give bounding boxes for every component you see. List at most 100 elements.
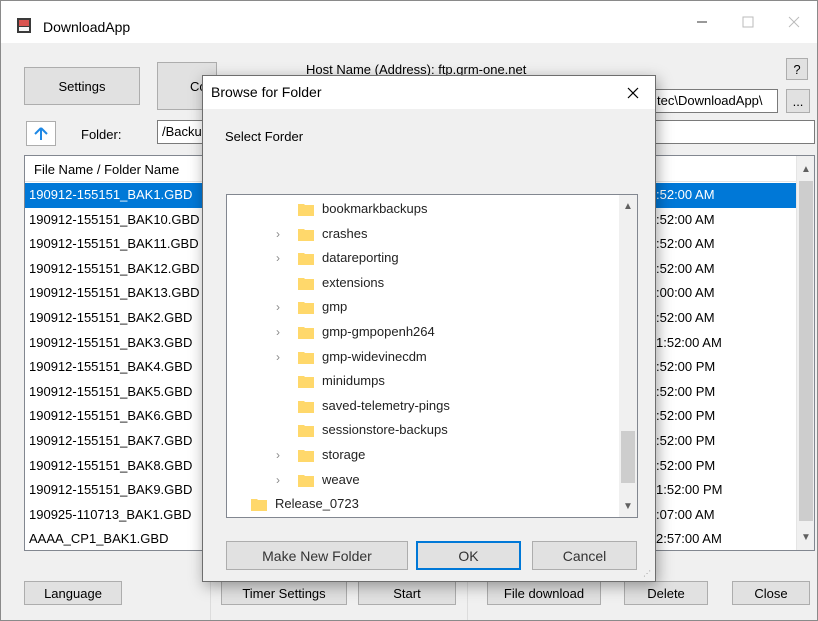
chevron-right-icon[interactable]: › (276, 295, 288, 319)
make-new-folder-button[interactable]: Make New Folder (226, 541, 408, 570)
folder-icon (298, 474, 314, 487)
list-scrollbar[interactable]: ▲ ▼ (796, 156, 814, 550)
help-button[interactable]: ? (786, 58, 808, 80)
dialog-instruction: Select Forder (225, 129, 304, 144)
dialog-title-bar: Browse for Folder (203, 76, 655, 109)
resize-grip-icon[interactable]: ⋰ (643, 569, 653, 579)
tree-item[interactable]: › gmp (276, 295, 576, 319)
scroll-down-icon[interactable]: ▼ (797, 528, 814, 546)
chevron-right-icon[interactable]: › (276, 468, 288, 492)
delete-button[interactable]: Delete (624, 581, 708, 605)
file-time-cell: :00:00 AM (656, 285, 715, 301)
tree-item-label: gmp-gmpopenh264 (322, 324, 435, 339)
minimize-button[interactable] (679, 7, 725, 37)
tree-item-label: extensions (322, 274, 385, 290)
tree-item[interactable]: saved-telemetry-pings (276, 394, 576, 418)
chevron-right-icon[interactable]: › (276, 222, 288, 246)
close-button[interactable]: Close (732, 581, 810, 605)
ok-button[interactable]: OK (416, 541, 521, 570)
file-time-cell: :52:00 AM (656, 260, 715, 276)
timer-settings-button[interactable]: Timer Settings (221, 581, 347, 605)
tree-scroll-thumb[interactable] (621, 431, 635, 483)
file-time-cell: :52:00 AM (656, 211, 715, 227)
file-name-cell: 190912-155151_BAK12.GBD (29, 260, 200, 276)
file-name-cell: 190912-155151_BAK11.GBD (29, 236, 199, 252)
folder-icon (298, 253, 314, 266)
tree-item[interactable]: › weave (276, 468, 576, 492)
scroll-thumb[interactable] (799, 181, 813, 521)
file-name-cell: 190912-155151_BAK4.GBD (29, 359, 193, 375)
title-bar: DownloadApp (1, 1, 817, 43)
file-time-cell: :07:00 AM (656, 506, 715, 522)
tree-item-label: sessionstore-backups (322, 422, 448, 438)
tree-item[interactable]: sessionstore-backups (276, 418, 576, 442)
tree-item[interactable]: extensions (276, 271, 576, 295)
tree-item-label: gmp (322, 299, 348, 315)
tree-item[interactable]: bookmarkbackups (276, 197, 576, 221)
folder-icon (251, 499, 267, 512)
file-name-cell: 190912-155151_BAK5.GBD (29, 383, 193, 399)
file-time-cell: :52:00 PM (656, 432, 716, 448)
tree-item-label: weave (322, 471, 360, 487)
file-name-cell: 190912-155151_BAK3.GBD (29, 334, 193, 350)
tree-item-label: datareporting (322, 250, 399, 266)
tree-item-label: Release_0723 (275, 496, 359, 512)
chevron-right-icon[interactable]: › (276, 320, 288, 344)
close-window-button[interactable] (771, 7, 817, 37)
column-header-name[interactable]: File Name / Folder Name (34, 162, 179, 177)
maximize-icon (742, 16, 754, 28)
folder-up-button[interactable] (26, 121, 56, 146)
folder-icon (298, 327, 314, 339)
tree-item[interactable]: › gmp-widevinecdm (276, 345, 576, 369)
tree-item-label: gmp-widevinecdm (322, 348, 427, 364)
tree-item[interactable]: › crashes (276, 222, 576, 246)
file-name-cell: AAAA_CP1_BAK1.GBD (29, 531, 169, 547)
file-time-cell: 1:52:00 PM (656, 482, 723, 498)
dialog-close-button[interactable] (611, 76, 655, 109)
tree-item-label: crashes (322, 225, 368, 241)
file-name-cell: 190925-110713_BAK1.GBD (29, 506, 192, 522)
folder-label: Folder: (81, 127, 122, 142)
folder-icon (298, 425, 314, 438)
file-name-cell: 190912-155151_BAK8.GBD (29, 457, 193, 473)
tree-item-label: minidumps (322, 373, 385, 389)
file-name-cell: 190912-155151_BAK6.GBD (29, 408, 193, 424)
tree-item[interactable]: minidumps (276, 369, 576, 393)
start-button[interactable]: Start (358, 581, 456, 605)
tree-scrollbar[interactable]: ▲ ▼ (619, 195, 637, 517)
tree-item[interactable]: › storage (276, 443, 576, 467)
browse-button[interactable]: ... (786, 89, 810, 113)
tree-item[interactable]: Release_0723 (249, 492, 549, 516)
chevron-right-icon[interactable]: › (276, 246, 288, 270)
file-time-cell: :52:00 PM (656, 383, 716, 399)
close-icon (788, 16, 800, 28)
cancel-button[interactable]: Cancel (532, 541, 637, 570)
file-time-cell: :52:00 PM (656, 408, 716, 424)
chevron-right-icon[interactable]: › (276, 345, 288, 369)
scroll-up-icon[interactable]: ▲ (619, 197, 637, 215)
folder-icon (298, 228, 314, 241)
language-button[interactable]: Language (24, 581, 122, 605)
file-download-button[interactable]: File download (487, 581, 601, 605)
folder-icon (298, 450, 314, 462)
settings-button[interactable]: Settings (24, 67, 140, 105)
file-name-cell: 190912-155151_BAK2.GBD (29, 309, 193, 325)
tree-item-label: bookmarkbackups (322, 201, 428, 216)
file-time-cell: :52:00 AM (656, 236, 715, 252)
scroll-down-icon[interactable]: ▼ (619, 497, 637, 515)
minimize-icon (697, 21, 707, 23)
folder-tree[interactable]: bookmarkbackups › crashes › datareporting ext… (226, 194, 638, 518)
file-name-cell: 190912-155151_BAK13.GBD (29, 285, 200, 301)
tree-item[interactable]: › datareporting (276, 246, 576, 270)
file-name-cell: 190912-155151_BAK1.GBD (29, 187, 193, 202)
close-icon (627, 87, 639, 98)
local-path-field[interactable]: tec\DownloadApp\ (640, 89, 778, 113)
maximize-button[interactable] (725, 7, 771, 37)
tree-item[interactable]: › gmp-gmpopenh264 (276, 320, 576, 344)
file-time-cell: :52:00 AM (656, 309, 715, 325)
tree-item-label: saved-telemetry-pings (322, 397, 450, 413)
dialog-title: Browse for Folder (211, 84, 322, 100)
folder-icon (298, 204, 314, 216)
chevron-right-icon[interactable]: › (276, 443, 288, 467)
scroll-up-icon[interactable]: ▲ (797, 160, 814, 178)
